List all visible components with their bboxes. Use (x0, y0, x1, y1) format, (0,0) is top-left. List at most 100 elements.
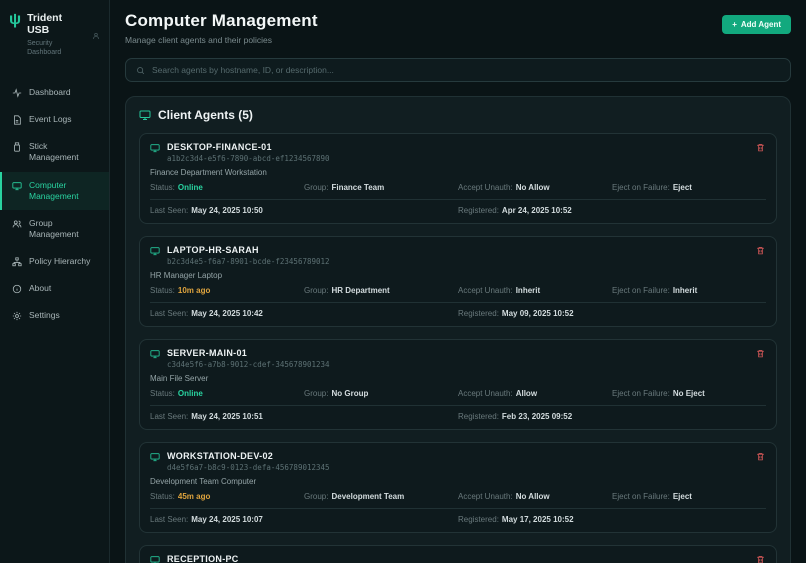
agent-card-header: SERVER-MAIN-01 c3d4e5f6-a7b8-9012-cdef-3… (150, 348, 766, 369)
agent-list: DESKTOP-FINANCE-01 a1b2c3d4-e5f6-7890-ab… (139, 133, 777, 563)
sidebar-item-stick-management[interactable]: Stick Management (0, 133, 109, 171)
agent-status-value: Online (177, 389, 203, 398)
agent-card-header: RECEPTION-PC e5f6a7b8-c9d0-1234-efab-567… (150, 554, 766, 563)
agent-status: Status: 10m ago (150, 286, 304, 295)
search-bar (125, 58, 791, 82)
agents-panel-header: Client Agents (5) (139, 108, 777, 122)
agent-card-header: LAPTOP-HR-SARAH b2c3d4e5-f6a7-8901-bcde-… (150, 245, 766, 266)
agent-card: LAPTOP-HR-SARAH b2c3d4e5-f6a7-8901-bcde-… (139, 236, 777, 327)
agents-panel: Client Agents (5) DESKTOP-FINANCE-01 a1b… (125, 96, 791, 563)
sidebar-item-label: Stick Management (29, 141, 79, 163)
agent-status: Status: Online (150, 183, 304, 192)
agent-hostname: DESKTOP-FINANCE-01 (167, 142, 272, 152)
trash-icon (757, 453, 764, 461)
search-input[interactable] (152, 65, 780, 75)
add-agent-label: Add Agent (740, 20, 781, 29)
agent-status-value: Online (177, 183, 203, 192)
agent-footer: Last Seen: May 24, 2025 10:07 Registered:… (150, 515, 766, 524)
app-logo: ψ Trident USB Security Dashboard (0, 11, 109, 57)
eject-on-failure-label: Eject on Failure: (612, 389, 670, 398)
agent-description: Development Team Computer (150, 477, 257, 486)
agent-last-seen-value: May 24, 2025 10:42 (191, 309, 263, 318)
sidebar-item-event-logs[interactable]: Event Logs (0, 106, 109, 133)
status-label: Status: (150, 389, 175, 398)
sidebar-item-group-management[interactable]: Group Management (0, 210, 109, 248)
agent-footer: Last Seen: May 24, 2025 10:42 Registered:… (150, 309, 766, 318)
app-window: ψ Trident USB Security Dashboard Dashboa… (0, 0, 806, 563)
delete-agent-button[interactable] (755, 554, 766, 563)
agent-id: c3d4e5f6-a7b8-9012-cdef-345678901234 (167, 360, 330, 369)
sidebar: ψ Trident USB Security Dashboard Dashboa… (0, 0, 110, 563)
monitor-icon (12, 181, 22, 190)
agent-group: Group: Finance Team (304, 183, 458, 192)
last-seen-label: Last Seen: (150, 206, 189, 215)
agent-eject-on-failure: Eject on Failure: Inherit (612, 286, 766, 295)
trash-icon (757, 556, 764, 563)
agent-last-seen: Last Seen: May 24, 2025 10:42 (150, 309, 458, 318)
last-seen-label: Last Seen: (150, 412, 189, 421)
sidebar-item-label: Event Logs (29, 114, 72, 125)
computer-icon (150, 350, 160, 359)
agent-description: HR Manager Laptop (150, 271, 223, 280)
agent-eject-on-failure: Eject on Failure: Eject (612, 492, 766, 501)
sidebar-item-label: Computer Management (29, 179, 79, 201)
agent-description: Finance Department Workstation (150, 168, 267, 177)
agent-status-value: 45m ago (177, 492, 211, 501)
trash-icon (757, 350, 764, 358)
computer-icon (150, 556, 160, 563)
divider (150, 508, 766, 509)
agent-hostname: RECEPTION-PC (167, 554, 239, 563)
sidebar-item-settings[interactable]: Settings (0, 302, 109, 329)
agent-properties: Status: Online Group: Finance Team Accept … (150, 183, 766, 192)
add-agent-button[interactable]: + Add Agent (722, 15, 791, 34)
agent-accept-unauth: Accept Unauth: Allow (458, 389, 612, 398)
page-header: Computer Management Manage client agents… (125, 11, 791, 45)
app-title: Trident USB (27, 12, 63, 37)
agent-status: Status: Online (150, 389, 304, 398)
agent-properties: Status: 10m ago Group: HR Department Accep… (150, 286, 766, 295)
delete-agent-button[interactable] (755, 142, 766, 153)
divider (150, 302, 766, 303)
agent-status-value: 10m ago (177, 286, 211, 295)
delete-agent-button[interactable] (755, 348, 766, 359)
accept-unauth-label: Accept Unauth: (458, 183, 513, 192)
trash-icon (757, 144, 764, 152)
delete-agent-button[interactable] (755, 245, 766, 256)
app-subtitle: Security Dashboard (27, 40, 62, 57)
sidebar-item-about[interactable]: About (0, 275, 109, 302)
registered-label: Registered: (458, 206, 499, 215)
page-subtitle: Manage client agents and their policies (125, 35, 272, 45)
sidebar-item-computer-management[interactable]: Computer Management (0, 171, 109, 210)
accept-unauth-label: Accept Unauth: (458, 389, 513, 398)
agent-accept-unauth: Accept Unauth: Inherit (458, 286, 612, 295)
group-label: Group: (304, 389, 329, 398)
agent-eject-on-failure: Eject on Failure: No Eject (612, 389, 766, 398)
sidebar-item-label: Dashboard (29, 87, 71, 98)
main-content: Computer Management Manage client agents… (110, 0, 806, 563)
agent-eject-on-failure: Eject on Failure: Eject (612, 183, 766, 192)
agent-registered: Registered: Feb 23, 2025 09:52 (458, 412, 766, 421)
group-label: Group: (304, 286, 329, 295)
activity-icon (12, 88, 22, 99)
group-label: Group: (304, 183, 329, 192)
sidebar-item-policy-hierarchy[interactable]: Policy Hierarchy (0, 248, 109, 275)
computer-icon (150, 453, 160, 462)
sidebar-item-dashboard[interactable]: Dashboard (0, 79, 109, 106)
delete-agent-button[interactable] (755, 451, 766, 462)
agent-eject-value: Eject (672, 492, 692, 501)
agent-id: b2c3d4e5-f6a7-8901-bcde-f23456789012 (167, 257, 330, 266)
group-label: Group: (304, 492, 329, 501)
file-text-icon (14, 115, 21, 125)
computer-icon (150, 144, 160, 153)
agent-eject-value: No Eject (672, 389, 705, 398)
eject-on-failure-label: Eject on Failure: (612, 286, 670, 295)
sidebar-item-label: About (29, 282, 52, 293)
agent-accept-unauth-value: No Allow (515, 183, 550, 192)
agent-group: Group: Development Team (304, 492, 458, 501)
agent-registered: Registered: Apr 24, 2025 10:52 (458, 206, 766, 215)
agent-hostname: SERVER-MAIN-01 (167, 348, 248, 358)
agent-group: Group: No Group (304, 389, 458, 398)
divider (150, 199, 766, 200)
status-label: Status: (150, 492, 175, 501)
status-label: Status: (150, 183, 175, 192)
